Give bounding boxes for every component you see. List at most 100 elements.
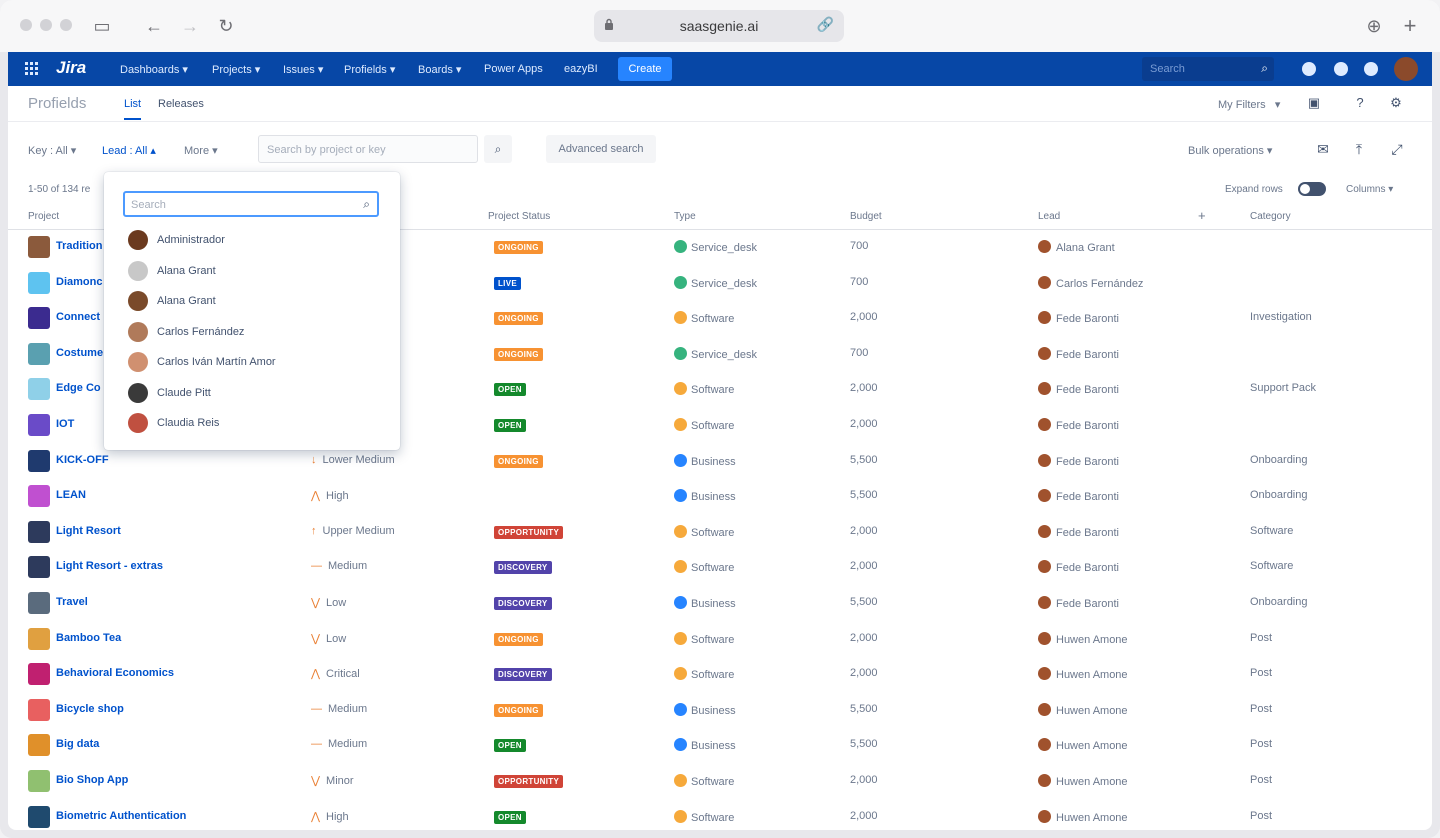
lead-cell[interactable]: Fede Baronti [1038,524,1119,539]
table-row[interactable]: Big data — Medium OPEN Business 5,500 Huwen Am… [8,728,1432,764]
table-row[interactable]: Bicycle shop — Medium ONGOING Business 5,500 H… [8,693,1432,729]
project-name-link[interactable]: Bamboo Tea [56,632,121,644]
lead-cell[interactable]: Carlos Fernández [1038,275,1143,290]
column-lead[interactable]: Lead [1038,211,1060,222]
add-column-button[interactable]: + [1198,208,1206,223]
column-project[interactable]: Project [28,211,59,222]
lead-cell[interactable]: Fede Baronti [1038,595,1119,610]
project-name-link[interactable]: IOT [56,418,74,430]
project-name-link[interactable]: Light Resort - extras [56,560,163,572]
email-icon[interactable]: ✉ [1314,140,1332,158]
lead-search-input[interactable]: Search ⌕ [123,191,379,217]
column-budget[interactable]: Budget [850,211,882,222]
lead-cell[interactable]: Huwen Amone [1038,702,1128,717]
lead-avatar [1038,453,1051,467]
project-name-link[interactable]: Costume [56,347,103,359]
table-row[interactable]: Bamboo Tea ⋁ Low ONGOING Software 2,000 Huwen … [8,622,1432,658]
table-row[interactable]: Travel ⋁ Low DISCOVERY Business 5,500 Fede Bar… [8,586,1432,622]
user-avatar[interactable] [1394,57,1418,81]
app-switcher-icon[interactable] [24,61,40,77]
settings-icon[interactable] [1364,62,1378,76]
project-name-link[interactable]: KICK-OFF [56,454,109,466]
project-name-link[interactable]: Connect [56,311,100,323]
reload-icon[interactable]: ↻ [214,14,238,38]
lead-cell[interactable]: Fede Baronti [1038,453,1119,468]
lead-cell[interactable]: Fede Baronti [1038,311,1119,325]
lead-cell[interactable]: Huwen Amone [1038,773,1128,788]
lead-cell[interactable]: Fede Baronti [1038,417,1119,432]
my-filters-dropdown[interactable]: My Filters ▾ [1218,98,1280,111]
back-arrow-icon[interactable]: ← [142,14,166,38]
table-row[interactable]: Light Resort ↑ Upper Medium OPPORTUNITY Soft… [8,515,1432,551]
new-tab-icon[interactable]: + [1398,14,1422,38]
tab-list[interactable]: List [124,98,142,120]
lead-cell[interactable]: Fede Baronti [1038,346,1119,361]
lead-filter[interactable]: Lead : All ▴ [102,144,156,157]
project-name-link[interactable]: Big data [56,738,99,750]
project-name-link[interactable]: Light Resort [56,525,121,537]
export-icon[interactable]: ⤒ [1350,140,1368,158]
close-window-button[interactable] [20,19,32,31]
columns-label: Columns [1346,184,1386,195]
gear-icon[interactable]: ⚙ [1388,95,1404,111]
save-filter-icon[interactable]: ▣ [1306,95,1322,111]
address-bar[interactable]: saasgenie.ai 🔗 [594,10,844,42]
nav-issues[interactable]: Issues ▾ [283,63,323,76]
nav-projects[interactable]: Projects ▾ [212,63,260,76]
project-name-link[interactable]: Tradition [56,240,102,252]
lead-cell[interactable]: Huwen Amone [1038,738,1128,752]
tab-releases[interactable]: Releases [158,98,204,110]
more-filter[interactable]: More ▾ [184,144,218,157]
project-name-link[interactable]: Bio Shop App [56,774,128,786]
jira-logo[interactable]: Jira [56,58,86,78]
project-name-link[interactable]: Diamonc [56,276,102,288]
project-search-input[interactable]: Search by project or key [258,135,478,163]
lead-cell[interactable]: Huwen Amone [1038,809,1128,824]
nav-profields[interactable]: Profields ▾ [344,63,395,76]
fullscreen-icon[interactable]: ⤢ [1388,140,1406,158]
project-avatar-icon [28,342,50,365]
minimize-window-button[interactable] [40,19,52,31]
columns-dropdown[interactable]: Columns ▾ [1346,184,1393,195]
column-category[interactable]: Category [1250,211,1291,222]
key-filter[interactable]: Key : All ▾ [28,144,76,157]
nav-boards[interactable]: Boards ▾ [418,63,461,76]
expand-rows-toggle[interactable] [1298,182,1326,196]
lead-cell[interactable]: Alana Grant [1038,240,1115,254]
search-button[interactable]: ⌕ [484,135,512,163]
table-row[interactable]: Biometric Authentication ⋀ High OPEN Softwar… [8,800,1432,831]
question-icon[interactable]: ? [1352,95,1368,111]
lead-cell[interactable]: Fede Baronti [1038,382,1119,396]
project-name-link[interactable]: Behavioral Economics [56,667,174,679]
lead-cell[interactable]: Huwen Amone [1038,631,1128,646]
type-icon [674,560,687,574]
notifications-icon[interactable] [1302,62,1316,76]
global-search-input[interactable]: Search ⌕ [1142,57,1274,81]
table-row[interactable]: LEAN ⋀ High Business 5,500 Fede Baronti Onboar… [8,479,1432,515]
project-name-link[interactable]: Edge Co [56,382,101,394]
download-icon[interactable]: ⊕ [1362,14,1386,38]
nav-dashboards[interactable]: Dashboards ▾ [120,63,188,76]
help-icon[interactable] [1334,62,1348,76]
project-name-link[interactable]: Travel [56,596,88,608]
project-name-link[interactable]: Biometric Authentication [56,810,186,822]
bulk-operations-dropdown[interactable]: Bulk operations ▾ [1188,144,1272,157]
column-project-status[interactable]: Project Status [488,211,550,222]
forward-arrow-icon[interactable]: → [178,14,202,38]
table-row[interactable]: Bio Shop App ⋁ Minor OPPORTUNITY Software 2,0… [8,764,1432,800]
nav-eazybi[interactable]: eazyBI [564,63,598,75]
table-row[interactable]: Light Resort - extras — Medium DISCOVERY Sof… [8,550,1432,586]
project-name-link[interactable]: Bicycle shop [56,703,124,715]
lead-cell[interactable]: Fede Baronti [1038,560,1119,574]
project-name-link[interactable]: LEAN [56,489,86,501]
nav-power-apps[interactable]: Power Apps [484,63,543,75]
zoom-window-button[interactable] [60,19,72,31]
lead-cell[interactable]: Huwen Amone [1038,667,1128,681]
lead-cell[interactable]: Fede Baronti [1038,489,1119,503]
column-type[interactable]: Type [674,211,696,222]
advanced-search-button[interactable]: Advanced search [546,135,656,163]
share-link-icon[interactable]: 🔗 [817,16,834,33]
create-button[interactable]: Create [618,57,672,81]
sidebar-toggle-icon[interactable]: ▭ [90,14,114,38]
table-row[interactable]: Behavioral Economics ⋀ Critical DISCOVERY So… [8,657,1432,693]
